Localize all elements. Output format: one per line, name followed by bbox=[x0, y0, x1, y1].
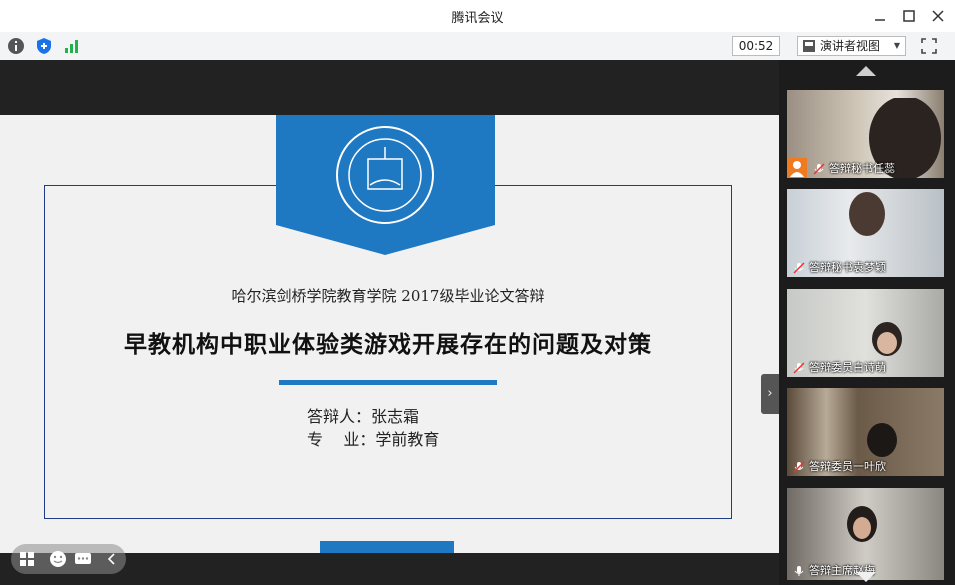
participant-name: 答辩委员一叶欣 bbox=[809, 460, 886, 473]
participant-tile[interactable]: 答辩委员白诗萌 bbox=[787, 289, 944, 377]
minimize-button[interactable] bbox=[870, 6, 890, 26]
presentation-slide: 哈尔滨剑桥学院教育学院 2017级毕业论文答辩 早教机构中职业体验类游戏开展存在… bbox=[0, 115, 779, 553]
participant-sidebar: 答辩秘书任蕊 答辩秘书袁梦颖 答辩委员白诗萌 答辩委员一叶欣 答辩主席赵梅 bbox=[779, 60, 955, 585]
apps-icon[interactable] bbox=[18, 550, 36, 568]
university-banner bbox=[276, 115, 495, 255]
maximize-icon bbox=[903, 10, 915, 22]
title-bar: 腾讯会议 bbox=[0, 0, 955, 32]
view-button-label: 演讲者视图 bbox=[820, 39, 881, 53]
chevron-left-icon[interactable] bbox=[103, 550, 121, 568]
mic-muted-icon bbox=[793, 461, 805, 473]
major-line: 专 业：学前教育 bbox=[307, 430, 440, 449]
title-divider bbox=[279, 380, 497, 385]
participant-video bbox=[849, 192, 885, 236]
mic-muted-icon bbox=[793, 362, 805, 374]
grid-view-icon bbox=[803, 40, 815, 52]
bottom-accent-bar bbox=[320, 541, 454, 553]
chevron-right-icon: › bbox=[767, 386, 773, 401]
chat-icon[interactable] bbox=[74, 550, 92, 568]
emoji-icon[interactable] bbox=[49, 550, 67, 568]
participant-video bbox=[847, 506, 877, 542]
mic-icon bbox=[794, 566, 804, 576]
fullscreen-icon[interactable] bbox=[920, 37, 938, 55]
participant-name: 答辩秘书任蕊 bbox=[829, 162, 895, 175]
slide-subtitle: 哈尔滨剑桥学院教育学院 2017级毕业论文答辩 bbox=[231, 287, 545, 305]
shared-screen-area: 哈尔滨剑桥学院教育学院 2017级毕业论文答辩 早教机构中职业体验类游戏开展存在… bbox=[0, 60, 779, 585]
scroll-up-arrow[interactable] bbox=[856, 66, 876, 76]
signal-icon[interactable] bbox=[63, 37, 81, 55]
info-icon[interactable] bbox=[7, 37, 25, 55]
close-button[interactable] bbox=[928, 6, 948, 26]
meeting-toolbar: 00:52 演讲者视图 ▼ bbox=[0, 32, 955, 61]
maximize-button[interactable] bbox=[899, 6, 919, 26]
minimize-icon bbox=[875, 19, 885, 21]
chevron-down-icon: ▼ bbox=[893, 41, 900, 50]
avatar bbox=[787, 158, 807, 178]
mic-muted-icon bbox=[813, 163, 825, 175]
slide-title: 早教机构中职业体验类游戏开展存在的问题及对策 bbox=[124, 332, 652, 358]
window-title: 腾讯会议 bbox=[451, 11, 504, 26]
collapse-sidebar-button[interactable]: › bbox=[761, 374, 779, 414]
speaker-view-button[interactable]: 演讲者视图 ▼ bbox=[797, 36, 906, 56]
presenter-line: 答辩人：张志霜 bbox=[307, 407, 420, 426]
mic-muted-icon bbox=[793, 262, 805, 274]
participant-tile[interactable]: 答辩委员一叶欣 bbox=[787, 388, 944, 476]
meeting-timer: 00:52 bbox=[732, 36, 780, 56]
floating-tool-bar bbox=[11, 544, 126, 574]
participant-tile[interactable]: 答辩秘书任蕊 bbox=[787, 90, 944, 178]
participant-name: 答辩秘书袁梦颖 bbox=[809, 261, 886, 274]
scroll-down-arrow[interactable] bbox=[856, 572, 876, 582]
participant-tile[interactable]: 答辩秘书袁梦颖 bbox=[787, 189, 944, 277]
user-icon bbox=[790, 161, 804, 177]
participant-name: 答辩委员白诗萌 bbox=[809, 361, 886, 374]
close-icon bbox=[932, 10, 944, 22]
security-shield-icon[interactable] bbox=[35, 37, 53, 55]
participant-tile[interactable]: 答辩主席赵梅 bbox=[787, 488, 944, 580]
